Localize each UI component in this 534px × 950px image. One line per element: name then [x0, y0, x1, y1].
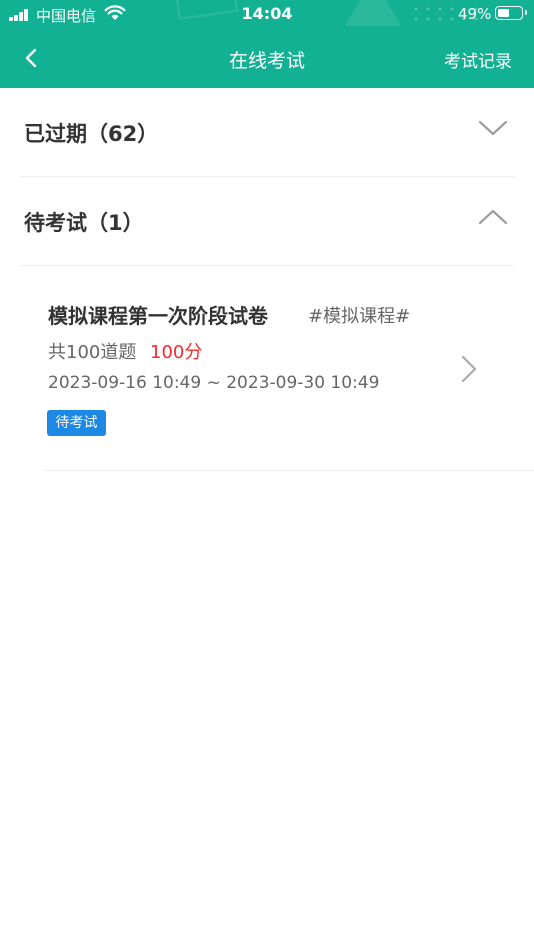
battery-level	[498, 9, 509, 17]
chevron-right-icon	[461, 355, 477, 383]
section-pending[interactable]: 待考试（1）	[0, 177, 534, 265]
app-header: 中国电信 14:04 49% 在线考试 考试记录	[0, 0, 534, 88]
status-bar: 中国电信 14:04 49%	[0, 0, 534, 28]
chevron-down-icon	[478, 120, 508, 136]
exam-time-range: 2023-09-16 10:49 ~ 2023-09-30 10:49	[48, 373, 380, 393]
status-badge: 待考试	[47, 410, 106, 436]
exam-name: 模拟课程第一次阶段试卷	[48, 304, 268, 328]
exam-item[interactable]: 模拟课程第一次阶段试卷 #模拟课程# 共100道题 100分 2023-09-1…	[0, 266, 534, 471]
battery-icon	[495, 6, 527, 20]
exam-total-score: 100分	[150, 342, 203, 363]
exam-course-tag: #模拟课程#	[308, 306, 411, 327]
divider	[44, 470, 534, 471]
exam-records-button[interactable]: 考试记录	[444, 47, 512, 72]
section-title: 已过期（62）	[24, 122, 159, 146]
section-title: 待考试（1）	[24, 211, 144, 235]
exam-question-count: 共100道题	[48, 342, 137, 363]
chevron-up-icon	[478, 209, 508, 225]
status-time: 14:04	[241, 4, 293, 23]
battery-percentage: 49%	[458, 5, 492, 23]
section-expired[interactable]: 已过期（62）	[0, 88, 534, 176]
navigation-bar: 在线考试 考试记录	[0, 28, 534, 88]
